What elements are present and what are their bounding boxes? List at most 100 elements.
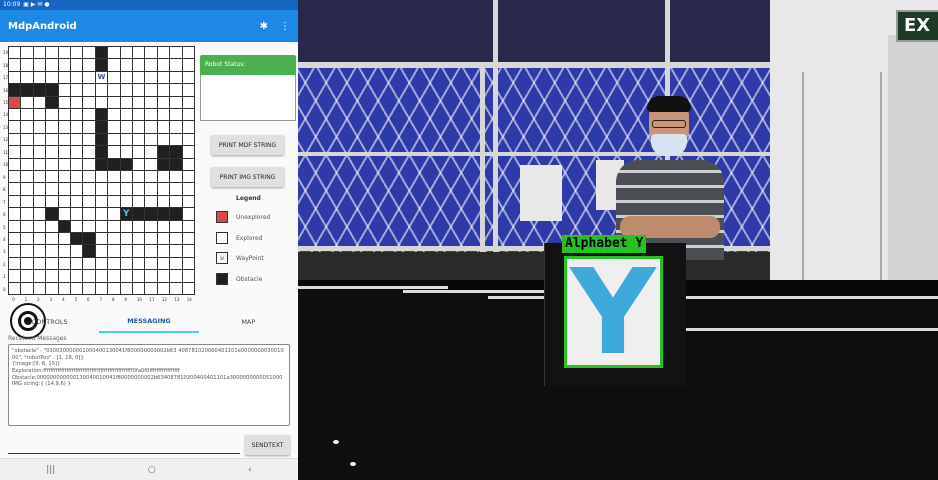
map-cell[interactable] [120,96,133,109]
map-cell[interactable] [58,146,71,159]
map-cell[interactable] [58,282,71,295]
map-cell[interactable] [33,195,47,209]
map-cell[interactable] [83,47,96,60]
map-cell[interactable] [145,158,158,171]
map-cell[interactable] [9,59,22,72]
map-cell[interactable] [170,84,183,97]
map-cell[interactable] [145,121,158,134]
map-cell[interactable] [120,232,133,246]
map-cell[interactable] [58,195,71,209]
map-cell[interactable] [95,183,109,196]
map-cell[interactable] [21,282,34,295]
bluetooth-icon[interactable]: ✱ [260,21,268,32]
map-cell[interactable] [46,245,59,258]
map-cell[interactable] [95,84,109,97]
map-cell[interactable] [9,257,22,271]
map-cell[interactable] [58,108,71,122]
map-cell[interactable] [83,170,96,184]
map-cell[interactable] [83,121,96,134]
back-icon[interactable]: ‹ [248,465,252,475]
map-cell[interactable] [33,170,47,184]
map-cell[interactable] [21,158,34,171]
map-cell[interactable] [170,282,183,295]
map-cell[interactable] [182,146,195,159]
map-cell[interactable] [145,245,158,258]
map-cell[interactable] [83,158,96,171]
map-cell[interactable] [120,282,133,295]
map-cell[interactable] [157,133,171,147]
map-cell[interactable] [95,47,109,60]
map-cell[interactable] [58,232,71,246]
map-cell[interactable] [83,71,96,85]
map-cell[interactable] [95,108,109,122]
map-cell[interactable] [157,245,171,258]
map-cell[interactable] [182,232,195,246]
map-cell[interactable] [58,220,71,233]
map-cell[interactable] [9,282,22,295]
map-cell[interactable] [120,146,133,159]
map-cell[interactable] [132,195,146,209]
map-cell[interactable] [120,195,133,209]
map-cell[interactable] [132,158,146,171]
map-cell[interactable] [95,208,109,221]
map-cell[interactable] [132,257,146,271]
map-cell[interactable] [157,59,171,72]
map-cell[interactable] [182,183,195,196]
map-cell[interactable] [9,220,22,233]
overflow-menu-icon[interactable]: ⋮ [280,21,290,32]
map-cell[interactable] [120,170,133,184]
map-cell[interactable] [170,133,183,147]
map-cell[interactable] [157,170,171,184]
map-cell[interactable] [21,71,34,85]
map-cell[interactable] [58,59,71,72]
map-cell[interactable] [58,158,71,171]
map-cell[interactable] [132,59,146,72]
map-cell[interactable] [132,71,146,85]
map-cell[interactable] [21,170,34,184]
map-cell[interactable] [157,257,171,271]
map-cell[interactable] [46,47,59,60]
map-cell[interactable] [120,220,133,233]
map-cell[interactable] [70,232,84,246]
map-cell[interactable] [33,84,47,97]
map-cell[interactable] [182,170,195,184]
map-cell[interactable] [170,220,183,233]
map-cell[interactable] [33,220,47,233]
map-cell[interactable] [46,146,59,159]
map-cell[interactable] [120,121,133,134]
map-cell[interactable] [120,158,133,171]
map-cell[interactable] [145,96,158,109]
map-cell[interactable] [170,47,183,60]
send-text-button[interactable]: SENDTEXT [245,435,290,455]
map-cell[interactable] [182,71,195,85]
tab-map[interactable]: MAP [199,311,298,333]
map-cell[interactable] [157,146,171,159]
map-cell[interactable] [46,220,59,233]
map-cell[interactable] [33,183,47,196]
map-cell[interactable] [46,108,59,122]
map-cell[interactable] [83,245,96,258]
map-cell[interactable] [70,84,84,97]
map-cell[interactable] [83,195,96,209]
map-cell[interactable] [9,208,22,221]
map-cell[interactable] [83,96,96,109]
map-cell[interactable] [21,84,34,97]
map-cell[interactable] [108,270,121,283]
send-text-input[interactable] [8,453,240,454]
map-cell[interactable] [83,232,96,246]
map-cell[interactable] [182,108,195,122]
map-cell[interactable] [120,108,133,122]
map-cell[interactable] [182,220,195,233]
map-cell[interactable] [170,183,183,196]
map-cell[interactable] [170,208,183,221]
map-cell[interactable] [9,121,22,134]
map-cell[interactable] [9,96,22,109]
tab-messaging[interactable]: MESSAGING [99,311,199,333]
map-cell[interactable] [70,208,84,221]
print-img-string-button[interactable]: PRINT IMG STRING [211,167,284,187]
map-cell[interactable] [108,71,121,85]
map-cell[interactable] [70,59,84,72]
map-cell[interactable] [33,133,47,147]
map-cell[interactable] [58,133,71,147]
map-cell[interactable] [9,146,22,159]
